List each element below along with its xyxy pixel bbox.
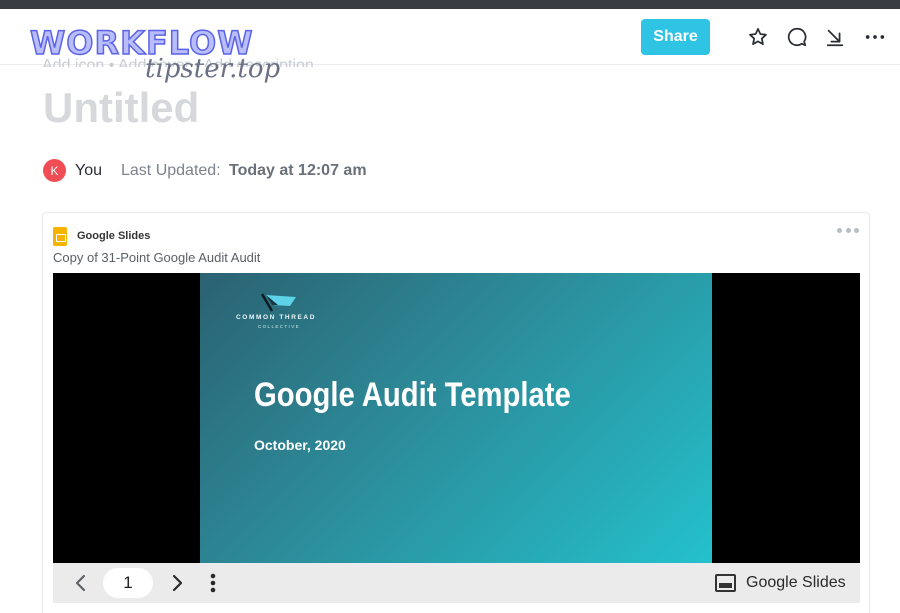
- document-title[interactable]: Untitled: [43, 84, 199, 132]
- slide: COMMON THREAD COLLECTIVE Google Audit Te…: [200, 273, 712, 563]
- watermark: WORKFLOW tipster.top: [29, 23, 280, 84]
- last-updated-value: Today at 12:07 am: [229, 162, 367, 179]
- page-number-field[interactable]: 1: [103, 568, 153, 598]
- previous-slide-button[interactable]: [69, 563, 93, 603]
- more-icon[interactable]: [863, 25, 887, 49]
- logo-text: COMMON THREAD: [236, 314, 317, 321]
- embed-provider: Google Slides: [77, 230, 151, 242]
- google-slides-label: Google Slides: [746, 574, 846, 591]
- author-name: You: [75, 162, 102, 179]
- google-slides-icon: [53, 227, 67, 246]
- presentation-icon: [715, 574, 736, 592]
- embed-file-title[interactable]: Copy of 31-Point Google Audit Audit: [53, 250, 260, 265]
- download-icon[interactable]: [823, 25, 847, 49]
- logo-subtext: COLLECTIVE: [258, 324, 301, 329]
- slide-date: October, 2020: [254, 437, 346, 453]
- comment-icon[interactable]: [785, 25, 809, 49]
- next-slide-button[interactable]: [165, 563, 189, 603]
- window-top-strip: [0, 0, 900, 9]
- slide-menu-icon[interactable]: [203, 563, 223, 603]
- slide-viewer[interactable]: COMMON THREAD COLLECTIVE Google Audit Te…: [53, 273, 860, 563]
- logo-flag-icon: [260, 293, 296, 312]
- last-updated-label: Last Updated:: [121, 162, 221, 179]
- slide-controls: 1 Google Slides: [53, 563, 860, 603]
- watermark-subtext: tipster.top: [145, 54, 281, 84]
- share-button[interactable]: Share: [641, 19, 710, 55]
- google-slides-link[interactable]: Google Slides: [715, 563, 846, 603]
- avatar: K: [43, 159, 66, 182]
- google-slides-embed: Google Slides Copy of 31-Point Google Au…: [42, 212, 870, 613]
- star-icon[interactable]: [746, 25, 770, 49]
- slide-title: Google Audit Template: [254, 376, 571, 414]
- embed-more-icon[interactable]: [837, 223, 859, 237]
